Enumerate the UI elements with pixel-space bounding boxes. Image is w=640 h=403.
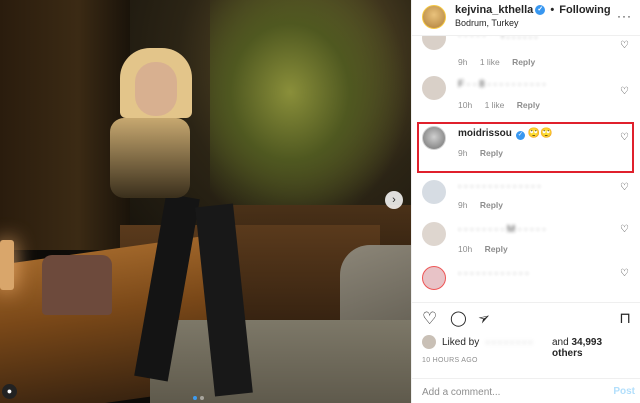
- comment-text: · · · · · · · · · · · ·: [458, 268, 529, 279]
- comment-like-icon[interactable]: ♡: [620, 86, 629, 97]
- photo-bag: [42, 255, 112, 315]
- following-button[interactable]: Following: [559, 4, 610, 16]
- photo-lamp: [0, 240, 14, 290]
- liker-username[interactable]: · · · · · · · ·: [486, 337, 532, 348]
- location-link[interactable]: Bodrum, Turkey: [455, 18, 519, 28]
- more-options-icon[interactable]: ···: [617, 9, 632, 23]
- author-avatar[interactable]: [422, 5, 446, 29]
- reply-button[interactable]: Reply: [480, 148, 503, 158]
- comment-like-icon[interactable]: ♡: [620, 224, 629, 235]
- comment-likes[interactable]: 1 like: [485, 100, 505, 110]
- carousel-dots: [193, 396, 204, 400]
- comment-meta: 10h 1 like Reply: [458, 100, 550, 110]
- reply-button[interactable]: Reply: [517, 100, 540, 110]
- comment-like-icon[interactable]: ♡: [620, 40, 629, 51]
- post-header: kejvina_kthella ✓ • Following Bodrum, Tur…: [412, 0, 640, 36]
- comment-meta: 10h Reply: [458, 244, 518, 254]
- post-comment-button[interactable]: Post: [613, 386, 635, 397]
- comment-item: · · · · · · · · · · · · · · 9h Reply ♡: [412, 170, 640, 216]
- verified-badge-icon: ✓: [515, 131, 525, 140]
- commenter-avatar[interactable]: [422, 222, 446, 246]
- reply-button[interactable]: Reply: [485, 244, 508, 254]
- comments-list[interactable]: · · · · · " " ! . . . . . . 9h 1 like Re…: [412, 36, 640, 302]
- comment-text: · · · · · · · · · · · · · ·: [458, 181, 541, 192]
- author-username[interactable]: kejvina_kthella: [455, 4, 533, 16]
- comment-meta: 9h Reply: [458, 148, 513, 158]
- commenter-avatar[interactable]: [422, 180, 446, 204]
- like-heart-icon[interactable]: ♡: [422, 310, 437, 327]
- commenter-avatar[interactable]: [422, 36, 446, 50]
- photo-plant: [210, 0, 410, 230]
- post-sidebar: kejvina_kthella ✓ • Following Bodrum, Tur…: [411, 0, 640, 403]
- verified-badge-icon: ✓: [535, 5, 546, 16]
- commenter-avatar[interactable]: [422, 126, 446, 150]
- liked-by-label: Liked by: [442, 337, 480, 348]
- carousel-next-icon[interactable]: ›: [385, 191, 403, 209]
- comment-time: 10h: [458, 244, 473, 254]
- comment-like-icon[interactable]: ♡: [620, 182, 629, 193]
- comment-text: · · · · · " " ! . . . . . .: [458, 36, 537, 41]
- add-comment-bar: Post: [412, 378, 640, 403]
- save-bookmark-icon[interactable]: ⊓: [619, 311, 631, 326]
- comment-body: 🙄🙄: [527, 128, 553, 139]
- comment-text: moidrissou ✓ 🙄🙄: [458, 128, 553, 140]
- post-photo[interactable]: › ●: [0, 0, 411, 403]
- comment-text: · · · · · · · · M · · · · ·: [458, 224, 546, 235]
- photo-person-body: [110, 118, 190, 198]
- photo-person-face: [135, 62, 177, 116]
- commenter-avatar[interactable]: [422, 266, 446, 290]
- comment-text: F · · 8 · · · · · · · · · ·: [458, 79, 546, 90]
- likes-summary: Liked by · · · · · · · · and 34,993 othe…: [422, 334, 634, 359]
- post-actions: ♡ ◯ ➢ ⊓: [412, 302, 640, 332]
- liker-avatar[interactable]: [422, 335, 436, 349]
- commenter-avatar[interactable]: [422, 76, 446, 100]
- post-timestamp[interactable]: 10 HOURS AGO: [422, 357, 478, 364]
- user-tag-icon[interactable]: ●: [2, 384, 17, 399]
- likes-others[interactable]: and 34,993 others: [552, 337, 634, 359]
- comment-item: · · · · · · · · M · · · · · 10h Reply ♡: [412, 216, 640, 262]
- comment-like-icon[interactable]: ♡: [620, 132, 629, 143]
- comment-time: 9h: [458, 148, 468, 158]
- comment-item: · · · · · · · · · · · · ♡: [412, 262, 640, 302]
- carousel-dot: [200, 396, 204, 400]
- separator-dot: •: [550, 4, 555, 16]
- comment-item: · · · · · " " ! . . . . . . 9h 1 like Re…: [412, 36, 640, 67]
- carousel-dot-active: [193, 396, 197, 400]
- comment-meta: 9h Reply: [458, 200, 513, 210]
- comment-item: F · · 8 · · · · · · · · · · 10h 1 like R…: [412, 66, 640, 118]
- comment-username[interactable]: moidrissou: [458, 128, 512, 139]
- author-line: kejvina_kthella ✓ • Following: [455, 4, 611, 16]
- photo-floor: [150, 320, 411, 403]
- comment-like-icon[interactable]: ♡: [620, 268, 629, 279]
- reply-button[interactable]: Reply: [480, 200, 503, 210]
- comment-bubble-icon[interactable]: ◯: [450, 311, 467, 326]
- likes-and-label: and: [552, 337, 569, 348]
- comment-time: 9h: [458, 200, 468, 210]
- comment-item-highlighted: moidrissou ✓ 🙄🙄 9h Reply ♡: [412, 118, 640, 170]
- share-paper-plane-icon[interactable]: ➢: [475, 308, 494, 329]
- comment-time: 10h: [458, 100, 473, 110]
- add-comment-input[interactable]: [422, 385, 592, 399]
